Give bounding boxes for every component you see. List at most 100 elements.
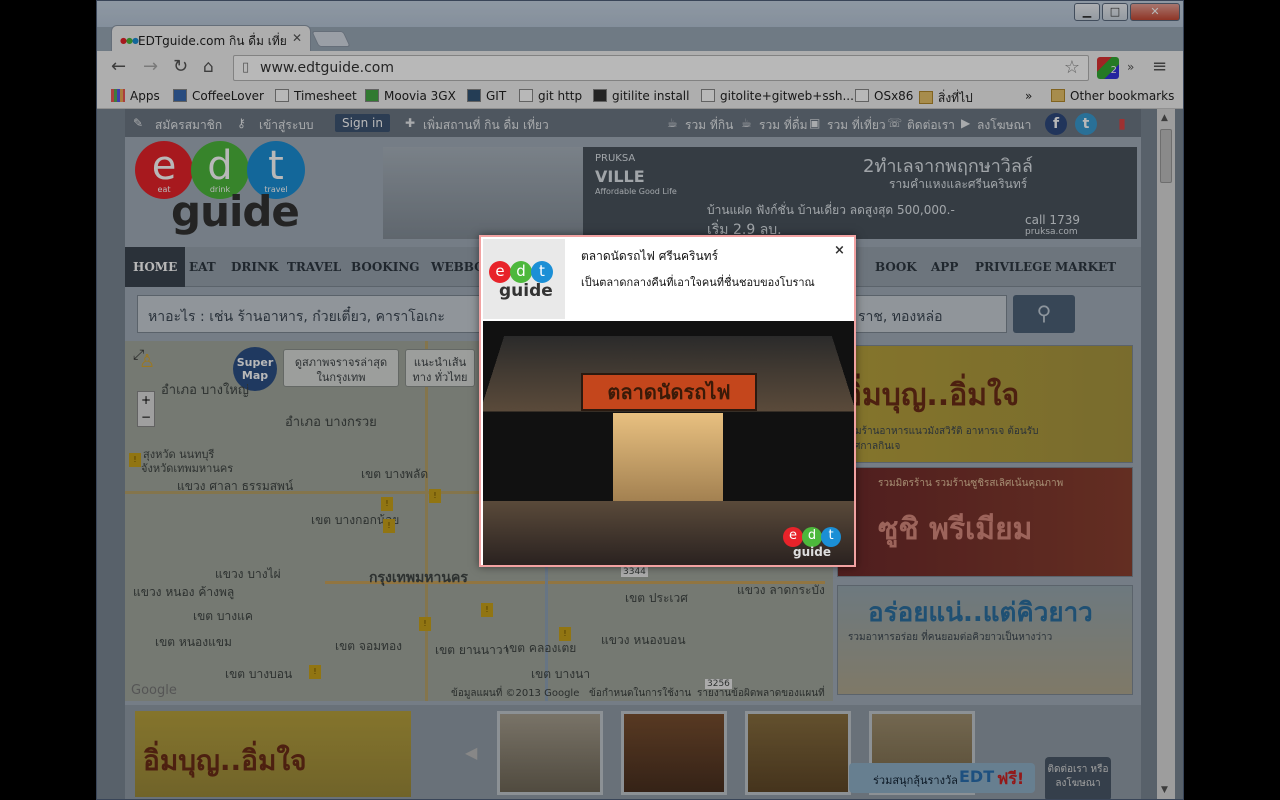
map-pin-icon[interactable]: ! [419,617,431,631]
search-icon: ⚲ [1036,301,1052,325]
user-icon: ✎ [133,116,144,130]
place-popup[interactable]: e d t guide ตลาดนัดรถไฟ ศรีนครินทร์ เป็น… [479,235,856,567]
map-pin-icon[interactable]: ! [129,453,141,467]
pruksa-banner-ad[interactable]: PRUKSA VILLE Affordable Good Life 2ทำเลจ… [383,147,1137,239]
nav-privilege[interactable]: PRIVILEGE [975,260,1052,274]
add-place-link[interactable]: เพิ่มสถานที่ กิน ดื่ม เที่ยว [423,116,549,135]
map-terms-link[interactable]: ข้อกำหนดในการใช้งาน [589,686,691,701]
close-window-button[interactable]: ✕ [1130,3,1180,21]
bookmark-star-icon[interactable]: ☆ [1064,57,1080,78]
bookmark-osx86[interactable]: OSx86 [855,89,913,103]
nav-app[interactable]: APP [931,260,958,274]
edt-logo[interactable]: e eat d drink t travel guide [135,141,315,241]
address-bar[interactable]: ▯ www.edtguide.com ☆ [233,55,1089,81]
add-icon: ✚ [405,116,416,130]
bookmark-git[interactable]: GIT [467,89,506,103]
nav-eat[interactable]: EAT [189,260,216,274]
bookmark-folder[interactable]: สิ่งที่ไป [919,89,973,108]
register-link[interactable]: สมัครสมาชิก [155,116,222,135]
scroll-thumb[interactable] [1160,129,1172,183]
forward-icon[interactable]: → [143,58,158,76]
linux-icon [593,89,607,102]
map-pin-icon[interactable]: ! [429,489,441,503]
zoom-control[interactable]: + − [137,391,155,427]
bookmark-gitolite[interactable]: gitolite+gitweb+ssh... [701,89,854,103]
map-pin-icon[interactable]: ! [381,497,393,511]
map-pin-icon[interactable]: ! [309,665,321,679]
edt-favicon-icon: ●●● [120,36,139,45]
food-thumb[interactable] [621,711,727,795]
page-icon [467,89,481,102]
banner-text-area: PRUKSA VILLE Affordable Good Life 2ทำเลจ… [583,147,1137,239]
popup-edt-logo: e d t guide [483,239,565,319]
maximize-button[interactable]: □ [1102,3,1128,21]
map-pin-icon[interactable]: ! [383,519,395,533]
promo-pill: ร่วมสนุกลุ้นรางวัล EDT ฟรี! [849,763,1035,793]
search-button[interactable]: ⚲ [1013,295,1075,333]
page-icon [855,89,869,102]
bookmarks-more[interactable]: » [1025,89,1032,103]
market-photo: ตลาดนัดรถไฟ e d t guide [483,321,854,565]
promo-column: อิ่มบุญ..อิ่มใจ รวมร้านอาหารแนวมังสวิรัต… [837,341,1137,701]
bookmark-git-http[interactable]: git http [519,89,582,103]
nav-book[interactable]: BOOK [875,260,917,274]
pegman-icon[interactable]: ♙ [139,351,155,372]
contact-ad-button[interactable]: ติดต่อเรา หรือลงโฆษณา [1045,757,1111,799]
strip-prev-icon[interactable]: ◀ [465,743,477,762]
page-scrollbar[interactable]: ▲ ▼ [1157,109,1175,799]
food-thumb[interactable] [497,711,603,795]
menu-icon[interactable]: ≡ [1152,58,1167,76]
extensions-overflow-icon[interactable]: » [1127,60,1134,74]
bookmark-apps[interactable]: Apps [111,89,160,103]
reload-icon[interactable]: ↻ [173,58,188,76]
floating-promo-bar[interactable]: ร่วมสนุกลุ้นรางวัล EDT ฟรี! ติดต่อเรา หร… [849,757,1115,799]
other-bookmarks[interactable]: Other bookmarks [1051,89,1174,103]
login-link[interactable]: เข้าสู่ระบบ [259,116,314,135]
facebook-icon[interactable]: f [1045,113,1067,135]
contact-link[interactable]: ติดต่อเรา [907,116,955,135]
tab-edtguide[interactable]: ●●● EDTguide.com กิน ดื่ม เที่ย ✕ [111,25,311,51]
nav-booking[interactable]: BOOKING [351,260,420,274]
page-icon [275,89,289,102]
promo-long-queue[interactable]: อร่อยแน่..แต่คิวยาว รวมอาหารอร่อย ที่คนย… [837,585,1133,695]
scroll-down-icon[interactable]: ▼ [1161,785,1168,795]
desktop-right [1184,0,1280,800]
bookmark-gitilite[interactable]: gitilite install [593,89,689,103]
signin-button[interactable]: Sign in [335,114,390,132]
scroll-up-icon[interactable]: ▲ [1161,113,1168,123]
back-icon[interactable]: ← [111,58,126,76]
close-icon[interactable]: × [834,243,845,258]
contact-icon: ☏ [887,116,903,130]
route-button[interactable]: แนะนำเส้นทาง ทั่วไทย [405,349,475,387]
map-pin-icon[interactable]: ! [481,603,493,617]
extension-badge-icon[interactable]: 2 [1097,57,1119,79]
twitter-icon[interactable]: t [1075,113,1097,135]
home-icon[interactable]: ⌂ [203,58,214,76]
travel-link[interactable]: รวม ที่เที่ยว [827,116,886,135]
house-image [383,147,583,239]
tab-close-icon[interactable]: ✕ [292,31,302,45]
food-thumb[interactable] [745,711,851,795]
advertise-link[interactable]: ลงโฆษณา [977,116,1031,135]
map-pin-icon[interactable]: ! [559,627,571,641]
promo-sushi[interactable]: ซูชิ พรีเมียม รวมมิตรร้าน รวมร้านซูชิรสเ… [837,467,1133,577]
promo-vegetarian[interactable]: อิ่มบุญ..อิ่มใจ รวมร้านอาหารแนวมังสวิรัต… [837,345,1133,463]
bookmark-moovia[interactable]: Moovia 3GX [365,89,456,103]
map-report-link[interactable]: รายงานข้อผิดพลาดของแผนที่ [697,686,825,701]
chart-icon[interactable]: ▮ [1111,113,1133,135]
drink-link[interactable]: รวม ที่ดื่ม [759,116,808,135]
tab-title: EDTguide.com กิน ดื่ม เที่ย [138,34,287,48]
folder-icon [919,91,933,104]
new-tab-button[interactable] [311,31,351,47]
minimize-button[interactable]: ▁ [1074,3,1100,21]
nav-home[interactable]: HOME [125,247,186,287]
nav-market[interactable]: MARKET [1055,260,1116,274]
nav-travel[interactable]: TRAVEL [287,260,341,274]
nav-drink[interactable]: DRINK [231,260,278,274]
traffic-button[interactable]: ดูสภาพจราจรล่าสุด ในกรุงเทพ [283,349,399,387]
bookmark-timesheet[interactable]: Timesheet [275,89,357,103]
folder-icon [1051,89,1065,102]
strip-banner[interactable]: อิ่มบุญ..อิ่มใจ [135,711,411,797]
bookmark-coffeelover[interactable]: CoffeeLover [173,89,264,103]
eat-link[interactable]: รวม ที่กิน [685,116,733,135]
